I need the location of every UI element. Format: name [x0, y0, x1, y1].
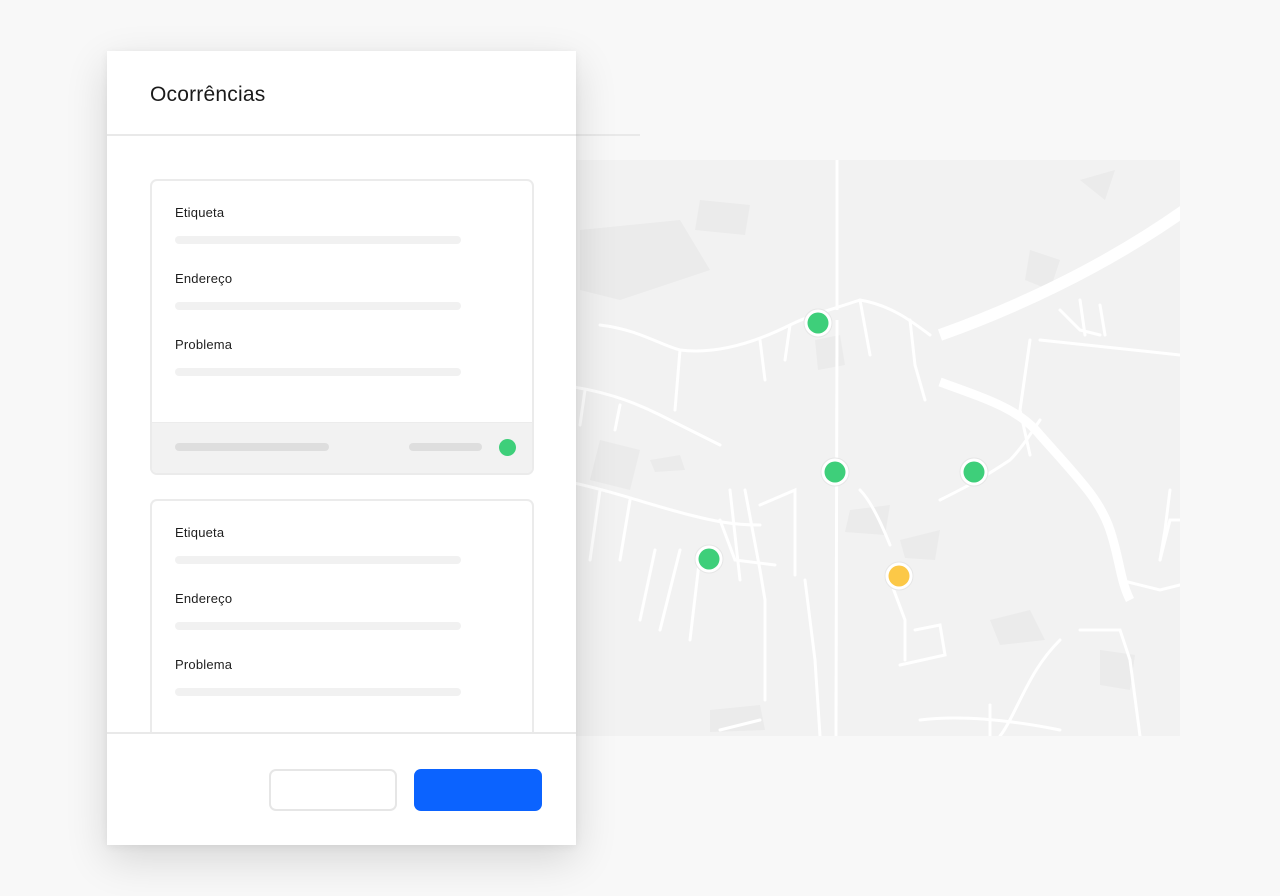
field-value-placeholder	[175, 368, 461, 376]
field-label-problema: Problema	[175, 657, 233, 672]
field-value-placeholder	[175, 688, 461, 696]
marker-dot	[807, 312, 829, 334]
marker-dot	[963, 461, 985, 483]
secondary-button[interactable]	[269, 769, 397, 811]
field-value-placeholder	[175, 622, 461, 630]
footer-meta-placeholder	[409, 443, 482, 451]
marker-dot	[698, 548, 720, 570]
occurrences-panel: Ocorrências Etiqueta Endereço Problema E…	[107, 51, 576, 845]
map-marker[interactable]	[819, 456, 851, 488]
field-value-placeholder	[175, 236, 461, 244]
panel-title: Ocorrências	[150, 83, 266, 106]
field-value-placeholder	[175, 556, 461, 564]
map-view[interactable]	[560, 160, 1180, 736]
map-canvas[interactable]	[560, 160, 1180, 736]
panel-footer	[107, 732, 576, 845]
map-marker[interactable]	[802, 307, 834, 339]
field-label-etiqueta: Etiqueta	[175, 525, 225, 540]
footer-text-placeholder	[175, 443, 329, 451]
status-dot	[499, 439, 516, 456]
map-marker[interactable]	[883, 560, 915, 592]
field-label-etiqueta: Etiqueta	[175, 205, 225, 220]
field-label-endereco: Endereço	[175, 591, 233, 606]
field-value-placeholder	[175, 302, 461, 310]
marker-dot	[888, 565, 910, 587]
field-label-endereco: Endereço	[175, 271, 233, 286]
card-footer	[152, 422, 532, 473]
panel-header-divider	[107, 134, 576, 136]
map-marker[interactable]	[693, 543, 725, 575]
map-marker[interactable]	[958, 456, 990, 488]
field-label-problema: Problema	[175, 337, 233, 352]
occurrence-card[interactable]: Etiqueta Endereço Problema	[150, 499, 534, 761]
occurrence-card[interactable]: Etiqueta Endereço Problema	[150, 179, 534, 475]
marker-dot	[824, 461, 846, 483]
primary-button[interactable]	[414, 769, 542, 811]
